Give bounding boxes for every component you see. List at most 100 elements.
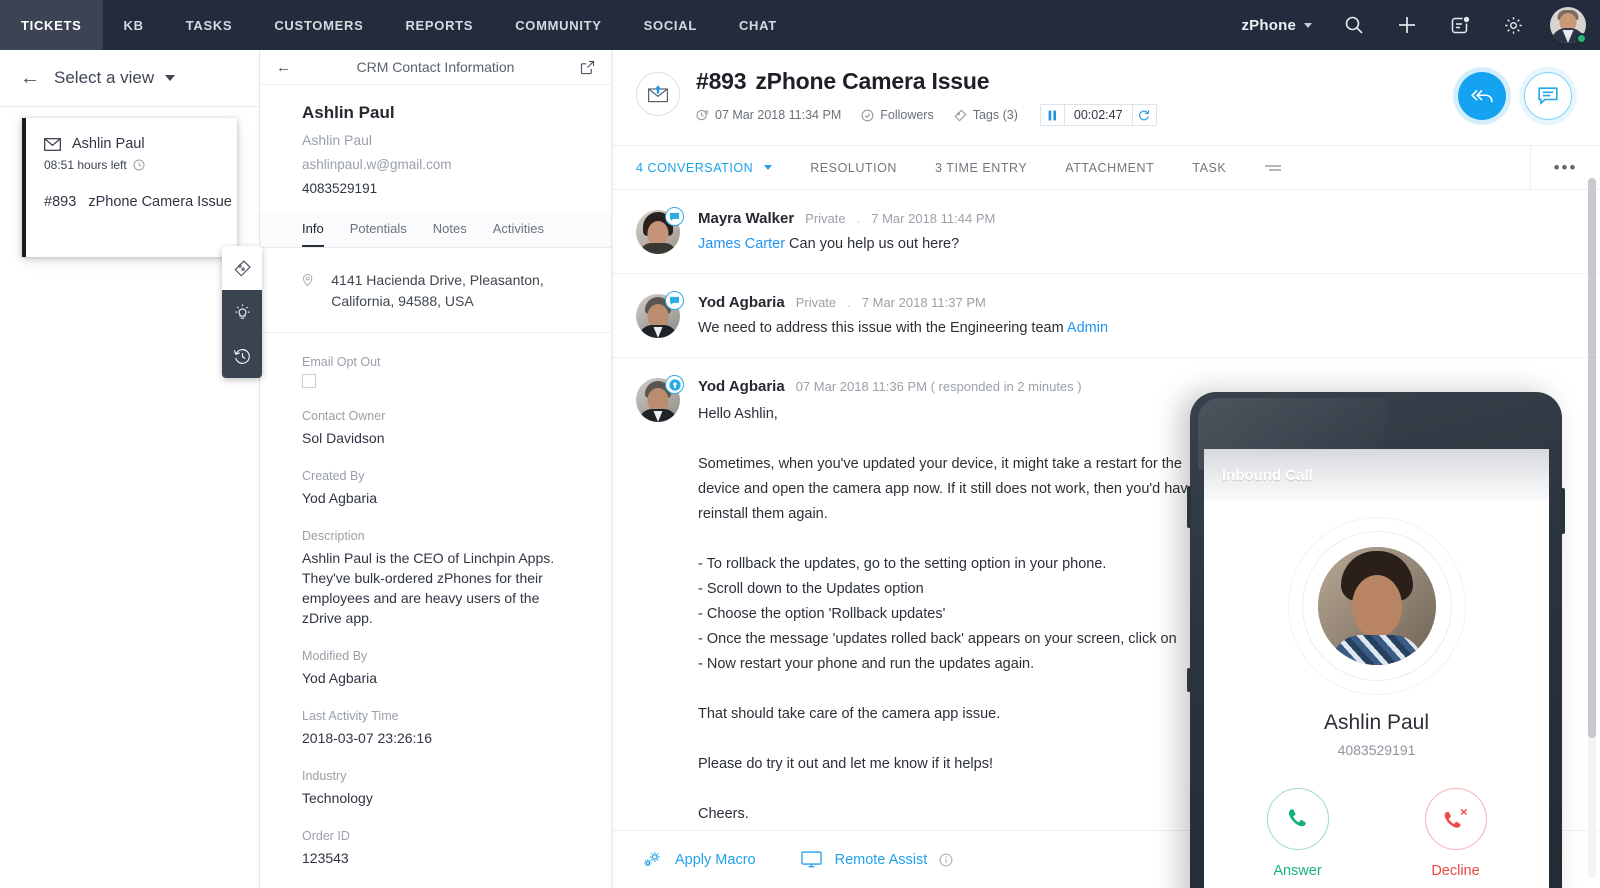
- view-selector-label: Select a view: [54, 68, 155, 87]
- gear-icon[interactable]: [1487, 0, 1540, 50]
- remote-assist-button[interactable]: Remote Assist: [800, 850, 954, 869]
- clock-icon: [696, 109, 709, 120]
- conversation-content: Yod Agbaria Private . 7 Mar 2018 11:37 P…: [698, 294, 1576, 339]
- nav-tab-customers[interactable]: CUSTOMERS: [253, 0, 384, 50]
- vertical-scrollbar[interactable]: [1588, 178, 1596, 878]
- nav-tab-reports[interactable]: REPORTS: [384, 0, 494, 50]
- history-icon[interactable]: [222, 334, 262, 378]
- add-comment-button[interactable]: [1524, 72, 1572, 120]
- apply-macro-button[interactable]: Apply Macro: [642, 850, 756, 869]
- pause-icon[interactable]: [1041, 105, 1065, 125]
- ticket-header-texts: #893 zPhone Camera Issue 07 Mar 2018 11:3…: [696, 68, 1157, 126]
- nav-tab-social[interactable]: SOCIAL: [623, 0, 718, 50]
- contact-field-list: Email Opt Out Contact Owner Sol Davidson…: [260, 333, 611, 868]
- collapse-lines-icon[interactable]: [1245, 146, 1301, 189]
- contact-email[interactable]: ashlinpaul.w@gmail.com: [302, 157, 569, 172]
- ticket-card-sla: 08:51 hours left: [44, 158, 237, 172]
- refresh-icon[interactable]: [1131, 105, 1156, 125]
- ticket-tags[interactable]: Tags (3): [954, 108, 1018, 122]
- contact-secondary-name: Ashlin Paul: [302, 132, 373, 148]
- ticket-card-customer: Ashlin Paul: [72, 136, 145, 152]
- phone-decline-icon: [1444, 808, 1467, 828]
- field-label: Description: [302, 529, 365, 543]
- nav-tab-chat[interactable]: CHAT: [718, 0, 798, 50]
- reply-all-button[interactable]: [1458, 72, 1506, 120]
- comment-badge-glyph: [669, 212, 680, 221]
- list-item[interactable]: Ashlin Paul 08:51 hours left #893 zPhone…: [22, 118, 237, 257]
- ticket-list-pane: ← Select a view Ashlin Paul 08:51 hours …: [0, 50, 262, 888]
- answer-call-button[interactable]: Answer: [1266, 788, 1329, 879]
- back-arrow-icon[interactable]: ←: [20, 68, 40, 88]
- tag-icon[interactable]: [222, 246, 262, 290]
- search-icon[interactable]: [1328, 0, 1380, 50]
- chevron-down-icon: [165, 75, 176, 81]
- nav-tab-kb[interactable]: KB: [103, 0, 165, 50]
- message-body: We need to address this issue with the E…: [698, 318, 1576, 339]
- notifications-icon[interactable]: [1434, 0, 1487, 50]
- refresh-glyph: [1139, 110, 1150, 121]
- nav-tab-tickets[interactable]: TICKETS: [0, 0, 103, 50]
- app-switcher[interactable]: zPhone: [1225, 0, 1328, 50]
- add-icon[interactable]: [1380, 0, 1434, 50]
- decline-call-button[interactable]: Decline: [1424, 788, 1487, 879]
- ticket-list-header: ← Select a view: [0, 50, 259, 107]
- apply-macro-label: Apply Macro: [675, 851, 756, 868]
- phone-icon: [1288, 809, 1306, 827]
- conversation-content: Mayra Walker Private . 7 Mar 2018 11:44 …: [698, 210, 1576, 255]
- timer-value: 00:02:47: [1073, 108, 1123, 122]
- conversation-meta: Yod Agbaria Private . 7 Mar 2018 11:37 P…: [698, 294, 1576, 311]
- decline-button-circle[interactable]: [1424, 788, 1487, 850]
- comment-badge-glyph: [669, 296, 680, 305]
- phone-power-button: [1187, 668, 1191, 692]
- tab-task[interactable]: TASK: [1173, 146, 1245, 189]
- message-mention[interactable]: James Carter: [698, 236, 785, 252]
- info-icon[interactable]: [939, 853, 953, 867]
- answer-button-circle[interactable]: [1266, 788, 1329, 850]
- nav-tab-tasks[interactable]: TASKS: [165, 0, 254, 50]
- time-tracker: 00:02:47: [1039, 104, 1157, 126]
- tag-icon: [954, 109, 967, 121]
- crm-tab-notes[interactable]: Notes: [433, 212, 467, 247]
- field-label: Contact Owner: [302, 409, 386, 423]
- top-navigation-bar: TICKETS KB TASKS CUSTOMERS REPORTS COMMU…: [0, 0, 1600, 50]
- ticket-tags-text: Tags (3): [972, 108, 1018, 122]
- avatar: [636, 291, 684, 338]
- ticket-card-subject-text: zPhone Camera Issue: [88, 194, 232, 210]
- tab-attachment[interactable]: ATTACHMENT: [1046, 146, 1173, 189]
- message-time: 7 Mar 2018 11:37 PM: [861, 295, 986, 310]
- ticket-followers[interactable]: Followers: [861, 108, 934, 122]
- ticket-card-subject: #893 zPhone Camera Issue: [44, 194, 237, 210]
- crm-tab-potentials[interactable]: Potentials: [350, 212, 407, 247]
- crm-tab-label: Notes: [432, 221, 467, 236]
- conversation-meta: Mayra Walker Private . 7 Mar 2018 11:44 …: [698, 210, 1576, 227]
- app-switcher-label: zPhone: [1241, 16, 1296, 34]
- tab-conversation[interactable]: 4 CONVERSATION: [636, 146, 791, 189]
- crm-tab-info[interactable]: Info: [302, 212, 324, 247]
- caller-ring-outer: [1287, 517, 1466, 695]
- field-value: 123543: [302, 850, 349, 866]
- tab-label: RESOLUTION: [810, 160, 897, 175]
- side-tool-strip: [222, 246, 262, 378]
- external-link-icon[interactable]: [580, 60, 595, 75]
- crm-tab-activities[interactable]: Activities: [493, 212, 544, 247]
- gears-icon: [644, 852, 660, 867]
- tab-resolution[interactable]: RESOLUTION: [791, 146, 916, 189]
- message-mention[interactable]: Admin: [1067, 320, 1108, 336]
- inbound-call-phone-overlay: Inbound Call Ashlin Paul 4083529191 Answ…: [1187, 392, 1565, 888]
- nav-tab-community[interactable]: COMMUNITY: [494, 0, 622, 50]
- caller-ring-inner: [1301, 531, 1452, 681]
- tab-time-entry[interactable]: 3 TIME ENTRY: [916, 146, 1046, 189]
- back-arrow-icon[interactable]: ←: [276, 60, 291, 75]
- contact-address-row: 4141 Hacienda Drive, Pleasanton, Califor…: [260, 248, 611, 333]
- avatar[interactable]: [1550, 7, 1587, 44]
- contact-phone[interactable]: 4083529191: [302, 181, 569, 196]
- collapse-glyph: [1265, 164, 1282, 171]
- nav-tab-label: SOCIAL: [643, 17, 697, 33]
- field-label: Last Activity Time: [302, 709, 399, 723]
- field-created-by: Created By Yod Agbaria: [302, 469, 569, 508]
- conversation-item: Mayra Walker Private . 7 Mar 2018 11:44 …: [612, 190, 1600, 274]
- view-selector[interactable]: Select a view: [54, 68, 176, 88]
- lightbulb-icon[interactable]: [222, 290, 262, 334]
- email-opt-out-checkbox[interactable]: [302, 374, 316, 388]
- scrollbar-thumb[interactable]: [1588, 178, 1596, 738]
